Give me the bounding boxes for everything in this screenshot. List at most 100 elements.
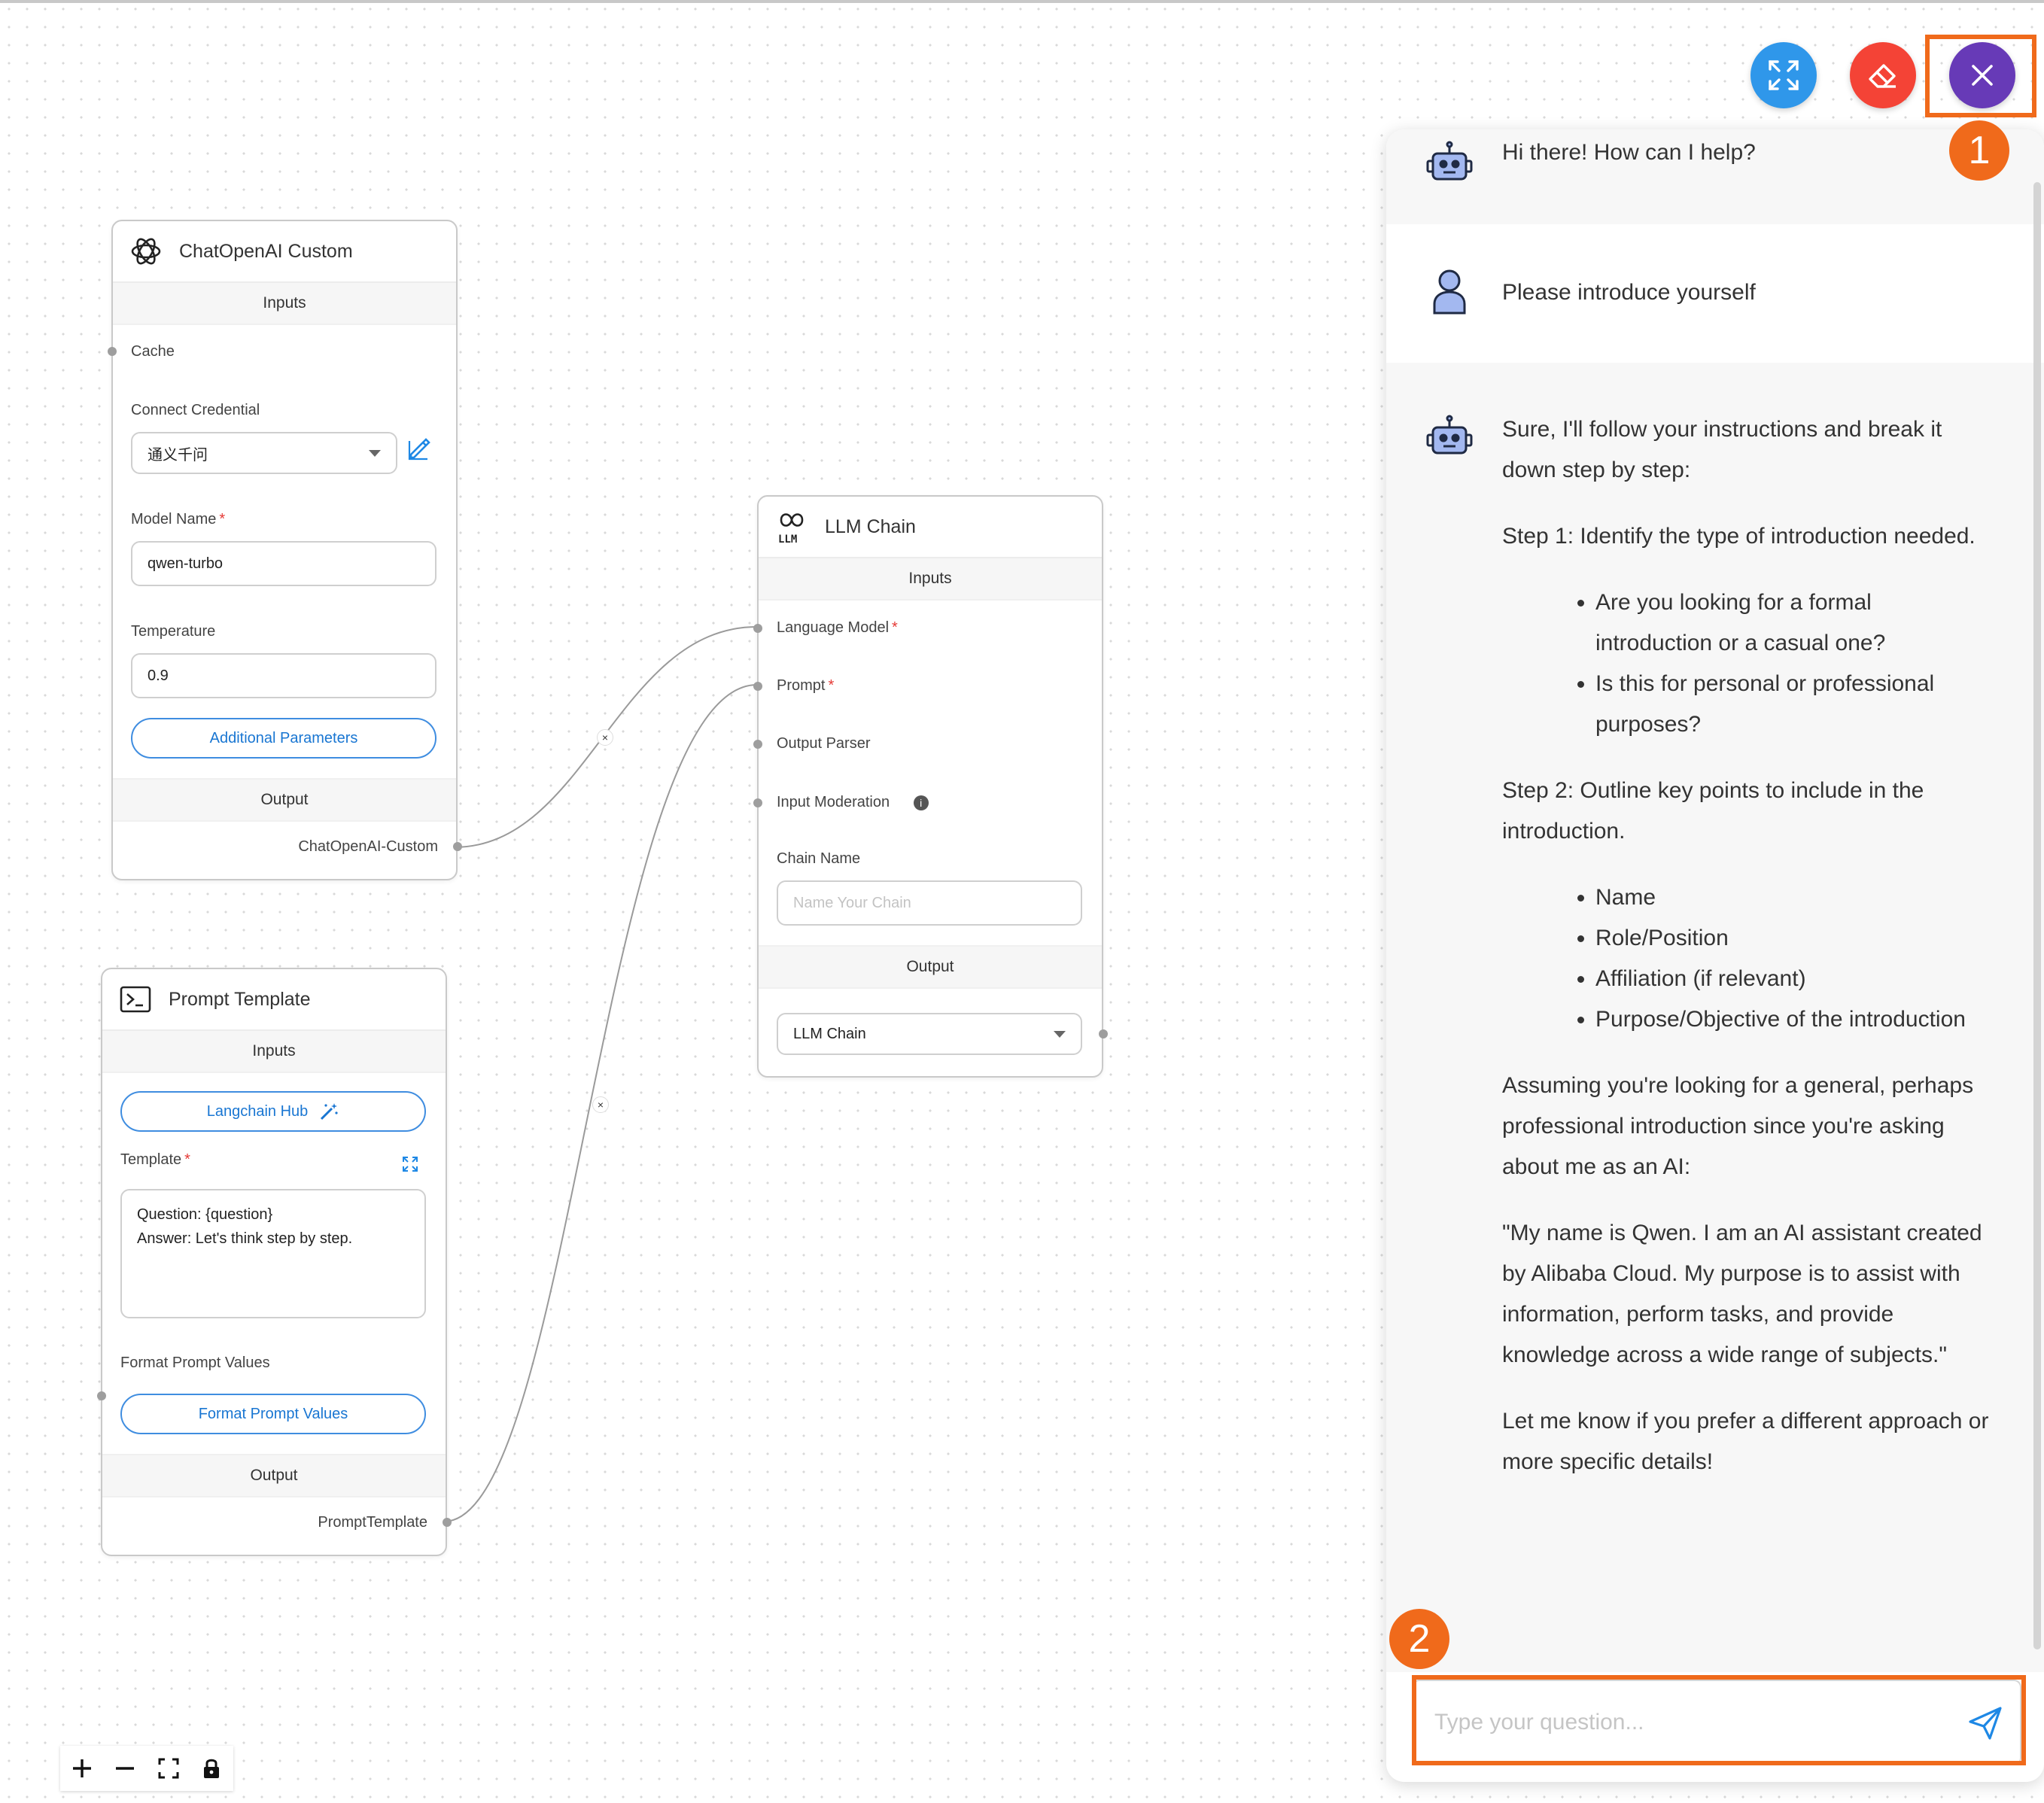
cache-input-handle[interactable]: [108, 347, 117, 356]
chain-name-input[interactable]: Name Your Chain: [777, 880, 1082, 926]
zoom-out-button[interactable]: [110, 1753, 140, 1783]
prompt-input-handle[interactable]: [753, 682, 762, 691]
message-text: Hi there! How can I help?: [1502, 140, 1756, 165]
user-icon: [1424, 266, 1475, 318]
input-moderation-label: Input Moderation i: [777, 794, 929, 811]
list-item: Purpose/Objective of the introduction: [1595, 999, 1991, 1040]
credential-select[interactable]: 通义千问: [131, 432, 397, 474]
robot-icon: [1424, 140, 1475, 191]
output-label: PromptTemplate: [318, 1514, 427, 1531]
credential-value: 通义千问: [148, 446, 208, 464]
list-item: Is this for personal or professional pur…: [1595, 664, 1991, 745]
edge-delete-button[interactable]: ×: [597, 729, 613, 746]
output-type-select[interactable]: LLM Chain: [777, 1013, 1082, 1055]
format-prompt-values-label: Format Prompt Values: [120, 1355, 270, 1371]
cache-label: Cache: [131, 343, 175, 360]
expand-icon[interactable]: [402, 1156, 418, 1172]
eraser-icon: [1869, 64, 1896, 88]
list-item: Affiliation (if relevant): [1595, 959, 1991, 999]
format-prompt-values-button[interactable]: Format Prompt Values: [120, 1394, 426, 1434]
expand-icon: [1769, 60, 1799, 90]
input-moderation-label-text: Input Moderation: [777, 794, 890, 810]
llm-chain-node[interactable]: LLM LLM Chain Inputs Language Model * Pro…: [753, 495, 1108, 1078]
output-handle[interactable]: [443, 1518, 452, 1527]
temperature-label: Temperature: [131, 623, 216, 640]
chevron-down-icon: [369, 450, 381, 457]
required-marker: *: [828, 677, 835, 694]
output-parser-label: Output Parser: [777, 735, 871, 752]
output-parser-input-handle[interactable]: [753, 740, 762, 749]
lock-icon: [204, 1759, 220, 1778]
input-moderation-input-handle[interactable]: [753, 798, 762, 807]
output-section-header: Output: [759, 945, 1102, 989]
output-handle[interactable]: [1099, 1029, 1108, 1038]
output-type-value: LLM Chain: [793, 1025, 866, 1042]
expand-chat-button[interactable]: [1750, 42, 1817, 108]
message-text: Sure, I'll follow your instructions and …: [1502, 409, 1991, 1508]
response-paragraph: Step 2: Outline key points to include in…: [1502, 778, 1924, 844]
svg-text:LLM: LLM: [778, 534, 797, 544]
language-model-input-handle[interactable]: [753, 624, 762, 633]
node-title: ChatOpenAI Custom: [179, 240, 353, 262]
chat-message-bot: Sure, I'll follow your instructions and …: [1386, 363, 2044, 1672]
info-icon[interactable]: i: [913, 795, 929, 810]
lock-button[interactable]: [196, 1753, 227, 1783]
clear-chat-button[interactable]: [1850, 42, 1916, 108]
node-header: LLM LLM Chain: [759, 497, 1102, 558]
required-marker: *: [219, 511, 226, 528]
required-marker: *: [184, 1151, 190, 1168]
credential-label: Connect Credential: [131, 402, 260, 418]
output-handle[interactable]: [453, 842, 462, 851]
response-paragraph: Assuming you're looking for a general, p…: [1502, 1073, 1974, 1179]
fit-view-icon: [158, 1758, 179, 1779]
chat-message-bot: Hi there! How can I help?: [1386, 129, 2044, 224]
list-item: Role/Position: [1595, 918, 1991, 959]
annotation-badge: 2: [1389, 1609, 1449, 1669]
output-section-header: Output: [113, 778, 456, 822]
response-paragraph: Let me know if you prefer a different ap…: [1502, 1409, 1989, 1474]
node-title: LLM Chain: [825, 515, 916, 537]
format-values-input-handle[interactable]: [97, 1391, 106, 1400]
temperature-input[interactable]: 0.9: [131, 653, 436, 698]
language-model-label-text: Language Model: [777, 619, 890, 636]
output-section-header: Output: [102, 1454, 446, 1497]
openai-logo-icon: [126, 232, 166, 271]
prompt-template-node[interactable]: Prompt Template Inputs Langchain Hub Tem…: [97, 968, 452, 1556]
template-label-text: Template: [120, 1151, 182, 1168]
zoom-in-button[interactable]: [67, 1753, 97, 1783]
prompt-label-text: Prompt: [777, 677, 826, 694]
node-title: Prompt Template: [169, 988, 311, 1010]
model-name-label-text: Model Name: [131, 511, 217, 528]
robot-icon: [1424, 414, 1475, 465]
response-paragraph: Sure, I'll follow your instructions and …: [1502, 417, 1942, 482]
template-line: Question: {question}: [137, 1206, 273, 1223]
node-header: Prompt Template: [102, 969, 446, 1031]
inputs-section-header: Inputs: [113, 283, 456, 325]
chat-panel: Hi there! How can I help? Please introdu…: [1386, 129, 2044, 1782]
fit-view-button[interactable]: [154, 1753, 184, 1783]
template-textarea[interactable]: Question: {question} Answer: Let's think…: [120, 1189, 426, 1318]
minus-icon: [116, 1767, 135, 1770]
chat-input-highlight: [1412, 1675, 2026, 1765]
magic-wand-icon: [318, 1101, 339, 1122]
close-button-highlight: [1925, 35, 2036, 117]
chat-message-user: Please introduce yourself: [1386, 224, 2044, 363]
langchain-hub-button[interactable]: Langchain Hub: [120, 1091, 426, 1132]
terminal-icon: [116, 980, 155, 1019]
plus-icon: [72, 1759, 91, 1777]
model-name-label: Model Name *: [131, 511, 225, 528]
canvas-zoom-controls: [60, 1746, 233, 1791]
response-list: Are you looking for a formal introductio…: [1502, 582, 1991, 745]
chat-scrollbar[interactable]: [2033, 182, 2041, 1649]
prompt-label: Prompt *: [777, 677, 834, 695]
edge-delete-button[interactable]: ×: [592, 1096, 609, 1113]
list-item: Name: [1595, 877, 1991, 918]
edit-icon[interactable]: [406, 435, 432, 461]
chatopenai-custom-node[interactable]: ChatOpenAI Custom Inputs Cache Connect C…: [108, 220, 462, 880]
output-label: ChatOpenAI-Custom: [298, 838, 438, 855]
inputs-section-header: Inputs: [102, 1031, 446, 1073]
chain-name-label: Chain Name: [777, 850, 861, 867]
additional-parameters-button[interactable]: Additional Parameters: [131, 718, 436, 759]
model-name-input[interactable]: qwen-turbo: [131, 541, 436, 586]
chevron-down-icon: [1054, 1031, 1066, 1038]
